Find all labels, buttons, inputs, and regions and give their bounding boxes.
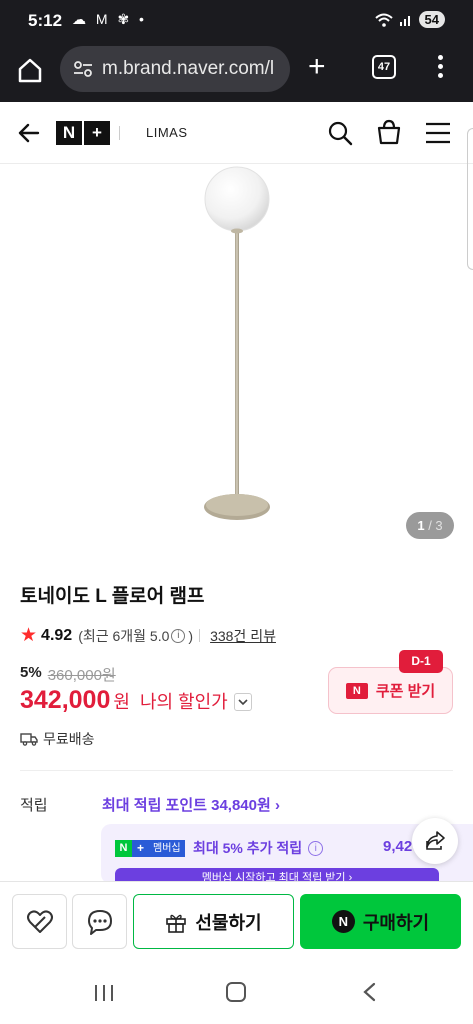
rating-row: ★ 4.92 (최근 6개월 5.0 i ) 338건 리뷰 <box>20 624 276 647</box>
naver-pay-icon: N <box>331 910 355 933</box>
naver-plus-logo[interactable]: N + <box>56 121 112 145</box>
discount-rate: 5% <box>20 664 42 681</box>
new-tab-icon[interactable]: + <box>308 52 326 82</box>
original-price: 360,000원 <box>47 667 116 684</box>
gift-button[interactable]: 선물하기 <box>133 894 294 949</box>
home-icon[interactable] <box>14 54 46 86</box>
wishlist-button[interactable] <box>12 894 67 949</box>
price-row: 342,000 원 나의 할인가 <box>20 686 252 715</box>
image-counter: 1 / 3 <box>406 512 454 539</box>
talk-button[interactable] <box>72 894 127 949</box>
shipping-info: 무료배송 <box>20 729 95 749</box>
shopping-bag-icon[interactable] <box>375 118 403 146</box>
back-arrow-icon[interactable] <box>16 120 42 146</box>
points-label: 적립 <box>20 797 48 814</box>
dday-badge: D-1 <box>399 650 443 673</box>
tab-switcher-button[interactable]: 47 <box>372 55 396 79</box>
status-bar: 5:12 ☁ M ✾ • 54 <box>0 0 473 40</box>
rating-score: 4.92 <box>41 626 73 644</box>
browser-menu-icon[interactable] <box>438 55 444 82</box>
price-unit: 원 <box>113 692 130 712</box>
site-settings-icon[interactable] <box>72 58 94 80</box>
reviews-link[interactable]: 338건 리뷰 <box>210 626 276 646</box>
image-total: / 3 <box>428 518 443 533</box>
product-image-gallery[interactable] <box>0 165 473 555</box>
membership-benefit: 최대 5% 추가 적립 i <box>193 838 324 858</box>
share-button[interactable] <box>412 818 458 864</box>
heart-icon <box>27 910 53 933</box>
coupon-label: 쿠폰 받기 <box>375 683 436 700</box>
recent-rating: (최근 6개월 5.0 <box>78 627 170 644</box>
hamburger-menu-icon[interactable] <box>425 122 451 144</box>
truck-icon <box>20 733 38 746</box>
info-icon[interactable]: i <box>308 840 324 856</box>
url-text[interactable]: m.brand.naver.com/l <box>102 58 282 80</box>
system-nav-bar <box>0 960 473 1024</box>
search-icon[interactable] <box>327 120 353 146</box>
scroll-indicator[interactable] <box>467 128 473 270</box>
my-discount-label[interactable]: 나의 할인가 <box>140 688 228 714</box>
header-divider <box>119 126 120 140</box>
info-icon[interactable]: i <box>171 628 186 643</box>
chevron-down-icon[interactable] <box>233 693 252 711</box>
signal-icon <box>399 15 410 26</box>
membership-benefit-text: 최대 5% 추가 적립 <box>193 840 303 856</box>
battery-indicator: 54 <box>418 11 445 28</box>
buy-button[interactable]: N 구매하기 <box>300 894 461 949</box>
system-icons: 54 <box>374 11 445 28</box>
recent-apps-icon[interactable] <box>93 984 115 1002</box>
gift-label: 선물하기 <box>195 912 262 933</box>
membership-badge-label: 멤버십 <box>149 840 185 857</box>
share-icon <box>426 831 445 850</box>
buy-label: 구매하기 <box>362 912 430 933</box>
shipping-text: 무료배송 <box>43 731 95 747</box>
product-title: 토네이도 L 플로어 램프 <box>20 586 205 607</box>
home-button-icon[interactable] <box>226 982 246 1002</box>
chat-icon <box>88 910 112 935</box>
address-bar[interactable]: m.brand.naver.com/l <box>60 46 290 92</box>
site-header: N + LIMAS <box>0 102 473 164</box>
floor-lamp-image <box>204 166 270 520</box>
max-points-link[interactable]: 최대 적립 포인트 34,840원 › <box>102 794 280 815</box>
back-nav-icon[interactable] <box>360 982 378 1002</box>
naver-coupon-icon: N <box>345 682 368 699</box>
recent-rating-close: ) <box>188 627 194 644</box>
membership-amount: 9,42 <box>383 838 413 855</box>
bottom-action-bar: 선물하기 N 구매하기 <box>0 881 473 959</box>
status-time: 5:12 <box>28 11 63 30</box>
wifi-icon <box>374 13 393 27</box>
coupon-button[interactable]: N 쿠폰 받기 <box>328 667 453 714</box>
logo-n: N <box>56 121 82 145</box>
logo-plus: + <box>84 121 110 145</box>
star-icon: ★ <box>20 625 38 646</box>
gift-icon <box>166 914 187 933</box>
membership-badge: N + 멤버십 <box>115 840 185 857</box>
notification-icons: ☁ M ✾ • <box>72 11 147 27</box>
sale-price: 342,000 <box>20 686 111 714</box>
section-divider <box>20 770 453 771</box>
rating-divider <box>199 629 201 642</box>
brand-name[interactable]: LIMAS <box>146 125 188 140</box>
image-current: 1 <box>417 518 425 533</box>
browser-toolbar: m.brand.naver.com/l + 47 <box>0 40 473 102</box>
discount-row: 5% 360,000원 <box>20 664 116 685</box>
